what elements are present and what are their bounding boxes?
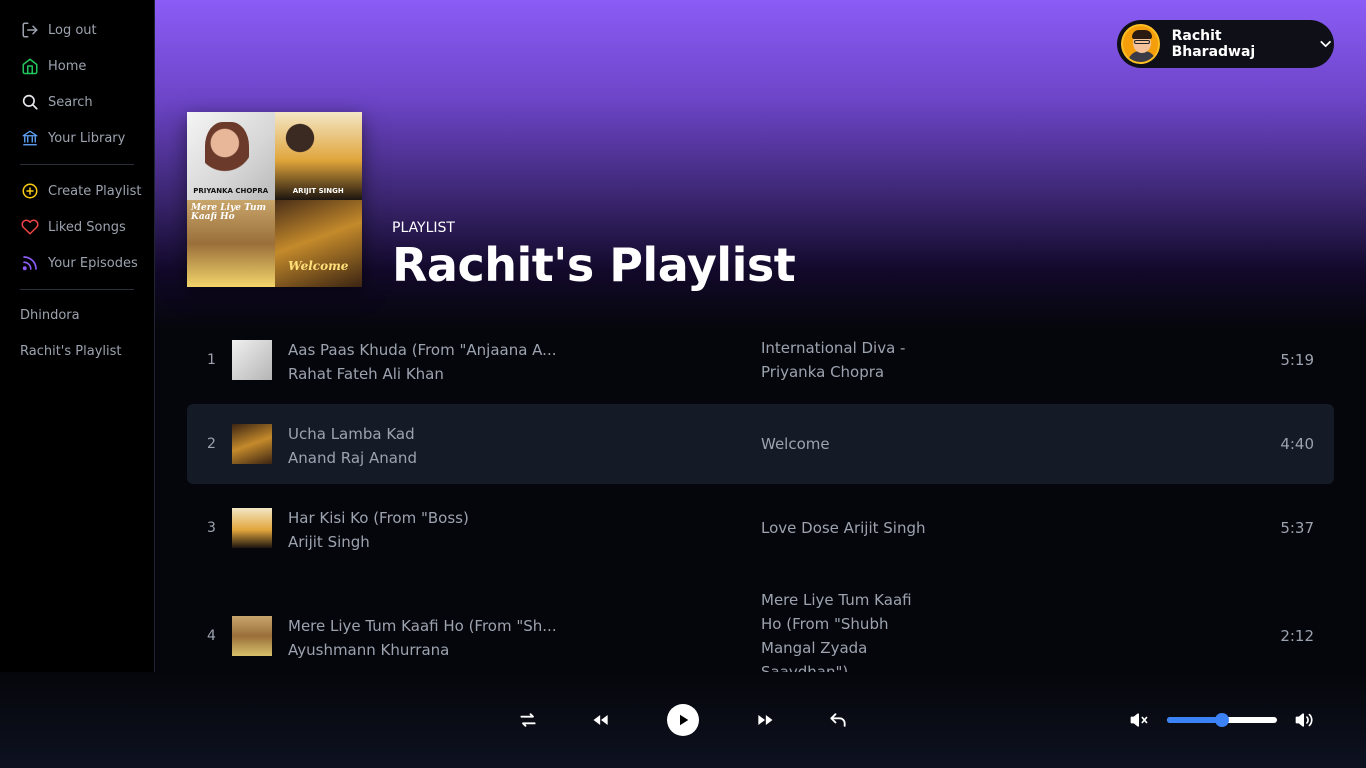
table-row[interactable]: 4 Mere Liye Tum Kaafi Ho (From "Sh... Ay… [187, 591, 1334, 672]
next-icon [758, 715, 773, 725]
sidebar-item-label: Your Library [48, 130, 126, 146]
playlist-cover: PRIYANKA CHOPRA ARIJIT SINGH Mere Liye T… [187, 112, 362, 287]
main-content: Rachit Bharadwaj PRIYANKA CHOPRA ARIJIT … [155, 0, 1366, 672]
sidebar-item-create-playlist[interactable]: Create Playlist [20, 179, 142, 203]
sidebar-item-label: Your Episodes [48, 255, 138, 271]
sidebar-item-search[interactable]: Search [20, 90, 93, 114]
user-name: Rachit Bharadwaj [1171, 28, 1256, 60]
sidebar-item-label: Liked Songs [48, 219, 126, 235]
sidebar-item-logout[interactable]: Log out [20, 18, 97, 42]
next-button[interactable] [751, 706, 779, 734]
volume-fill [1167, 717, 1222, 723]
track-title: Mere Liye Tum Kaafi Ho (From "Sh... [288, 617, 557, 635]
track-number: 2 [207, 436, 216, 452]
track-artist: Rahat Fateh Ali Khan [288, 365, 444, 383]
cover-tile: PRIYANKA CHOPRA [187, 112, 275, 200]
sidebar: Log out Home Search Your Library Create … [0, 0, 155, 672]
sidebar-item-liked-songs[interactable]: Liked Songs [20, 215, 126, 239]
sidebar-playlist-dhindora[interactable]: Dhindora [20, 308, 80, 323]
cover-tile: Welcome [274, 199, 362, 287]
track-number: 1 [207, 352, 216, 368]
sidebar-item-label: Home [48, 58, 87, 74]
track-artist: Anand Raj Anand [288, 449, 417, 467]
search-icon [20, 92, 40, 112]
track-album: Mere Liye Tum Kaafi Ho (From "Shubh Mang… [761, 591, 912, 672]
sidebar-item-library[interactable]: Your Library [20, 126, 125, 150]
track-number: 3 [207, 520, 216, 536]
playlist-type-label: PLAYLIST [392, 220, 455, 236]
avatar [1121, 24, 1160, 64]
home-icon [20, 56, 40, 76]
track-title: Aas Paas Khuda (From "Anjaana A... [288, 341, 557, 359]
volume-max-button[interactable] [1290, 706, 1318, 734]
track-album: Love Dose Arijit Singh [761, 519, 926, 537]
repeat-icon [520, 713, 536, 727]
track-title: Har Kisi Ko (From "Boss) [288, 509, 469, 527]
sidebar-divider [20, 289, 134, 290]
previous-button[interactable] [587, 706, 615, 734]
sidebar-item-your-episodes[interactable]: Your Episodes [20, 251, 138, 275]
play-button[interactable] [667, 704, 699, 736]
track-album: Welcome [761, 435, 830, 453]
track-artwork [232, 424, 272, 464]
track-title: Ucha Lamba Kad [288, 425, 415, 443]
library-icon [20, 128, 40, 148]
page-title: Rachit's Playlist [392, 238, 796, 292]
chevron-down-icon [1320, 40, 1331, 48]
sidebar-divider [20, 164, 134, 165]
sidebar-item-label: Create Playlist [48, 183, 142, 199]
user-menu-button[interactable]: Rachit Bharadwaj [1117, 20, 1334, 68]
track-artwork [232, 508, 272, 548]
track-duration: 2:12 [1280, 627, 1314, 645]
cover-tile: ARIJIT SINGH [274, 112, 362, 200]
track-duration: 4:40 [1280, 435, 1314, 453]
rss-icon [20, 253, 40, 273]
table-row[interactable]: 2 Ucha Lamba Kad Anand Raj Anand Welcome… [187, 404, 1334, 484]
volume-mute-icon [1130, 713, 1148, 727]
table-row[interactable]: 3 Har Kisi Ko (From "Boss) Arijit Singh … [187, 488, 1334, 568]
repeat-button[interactable] [514, 706, 542, 734]
back-button[interactable] [824, 706, 852, 734]
volume-handle[interactable] [1215, 713, 1229, 727]
track-artist: Ayushmann Khurrana [288, 641, 450, 659]
back-icon [830, 713, 846, 727]
mute-button[interactable] [1125, 706, 1153, 734]
track-duration: 5:37 [1280, 519, 1314, 537]
heart-icon [20, 217, 40, 237]
sidebar-item-label: Search [48, 94, 93, 110]
track-artwork [232, 616, 272, 656]
track-duration: 5:19 [1280, 351, 1314, 369]
track-artist: Arijit Singh [288, 533, 370, 551]
previous-icon [593, 715, 608, 725]
play-icon [680, 714, 689, 726]
app-root: Log out Home Search Your Library Create … [0, 0, 1366, 768]
volume-high-icon [1295, 713, 1313, 727]
player-bar [0, 672, 1366, 768]
track-number: 4 [207, 628, 216, 644]
sidebar-playlist-rachits-playlist[interactable]: Rachit's Playlist [20, 344, 122, 359]
logout-icon [20, 20, 40, 40]
volume-slider[interactable] [1167, 713, 1277, 727]
cover-tile: Mere Liye Tum Kaafi Ho [187, 199, 275, 287]
table-row[interactable]: 1 Aas Paas Khuda (From "Anjaana A... Rah… [187, 320, 1334, 400]
sidebar-item-home[interactable]: Home [20, 54, 86, 78]
plus-circle-icon [20, 181, 40, 201]
sidebar-item-label: Log out [48, 22, 97, 38]
track-album: International Diva - Priyanka Chopra [761, 339, 906, 381]
track-artwork [232, 340, 272, 380]
